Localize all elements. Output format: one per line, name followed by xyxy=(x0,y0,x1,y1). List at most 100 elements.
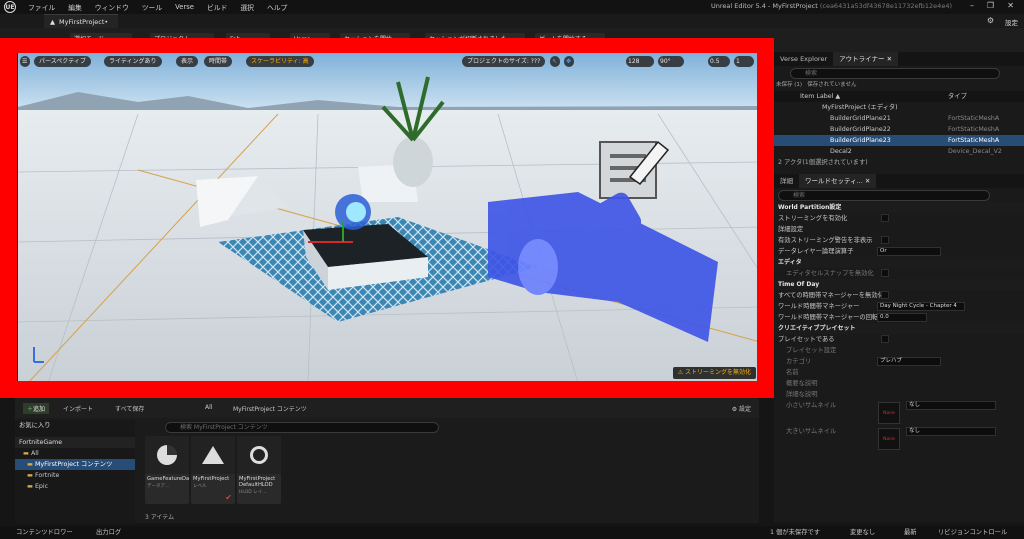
asset-name: GameFeatureData xyxy=(147,476,189,482)
tab-outliner[interactable]: アウトライナー ✕ xyxy=(833,52,899,66)
tree-item-selected[interactable]: ▬ MyFirstProject コンテンツ xyxy=(15,459,135,470)
asset-tile[interactable]: GameFeatureData データア... xyxy=(145,436,189,504)
import-button[interactable]: インポート xyxy=(63,404,93,413)
path-all[interactable]: All xyxy=(205,404,212,411)
menu-window[interactable]: ウィンドウ xyxy=(95,2,129,12)
outliner-row[interactable]: MyFirstProject (エディタ) xyxy=(774,102,1024,113)
minimize-button[interactable]: – xyxy=(970,1,974,10)
time-of-day-button[interactable]: 時間帯 xyxy=(204,56,233,67)
changes-indicator[interactable]: 変更なし xyxy=(850,526,875,539)
session-status: セッションが切断されました xyxy=(425,33,525,46)
outliner-row-selected[interactable]: BuilderGridPlane23 FortStaticMeshA xyxy=(774,135,1024,146)
select-tool-icon[interactable]: ↖ xyxy=(550,56,560,67)
viewport-menu-icon[interactable]: ☰ xyxy=(20,56,30,67)
dropdown-select[interactable]: Or xyxy=(877,247,941,256)
details-property-row: プレイセット設定 xyxy=(774,345,1024,356)
column-type[interactable]: タイプ xyxy=(948,91,967,102)
tree-item[interactable]: ▬ Epic xyxy=(15,481,135,492)
outliner-item-type: Device_Decal_V2 xyxy=(948,148,1002,155)
menu-file[interactable]: ファイル xyxy=(28,2,55,12)
asset-tile[interactable]: MyFirstProject DefaultHLOD HLOD レイ... xyxy=(237,436,281,504)
tab-verse-explorer[interactable]: Verse Explorer xyxy=(774,52,833,66)
perspective-button[interactable]: パースペクティブ xyxy=(34,56,91,67)
checkbox[interactable] xyxy=(881,269,889,277)
details-section-header[interactable]: エディタ xyxy=(774,257,1024,268)
asset-name: MyFirstProject xyxy=(193,476,230,482)
unsaved-filter-button[interactable]: 未保存 (1) xyxy=(776,82,802,88)
property-label: 詳細設定 xyxy=(778,226,804,233)
not-saved-filter-button[interactable]: 保存されていません xyxy=(807,82,856,88)
output-log-button[interactable]: 出力ログ xyxy=(96,526,121,539)
tree-item[interactable]: ▬ All xyxy=(15,448,135,459)
pie-icon xyxy=(145,436,189,474)
details-section-header[interactable]: Time Of Day xyxy=(774,279,1024,290)
settings-button[interactable]: 設定 xyxy=(1005,17,1018,27)
tab-details[interactable]: 詳細 xyxy=(774,174,799,188)
gear-icon[interactable]: ⚙ xyxy=(987,16,994,25)
scalability-button[interactable]: スケーラビリティ: 高 xyxy=(246,56,314,67)
close-icon[interactable]: ✕ xyxy=(865,177,870,185)
verse-button[interactable]: Verse xyxy=(290,33,330,46)
project-button[interactable]: プロジェクト xyxy=(150,33,214,46)
start-game-button[interactable]: ゲームを開始する xyxy=(535,33,605,46)
maximize-button[interactable]: ❐ xyxy=(987,1,994,10)
save-all-button[interactable]: すべて保存 xyxy=(115,404,144,413)
dropdown-select[interactable]: プレハブ xyxy=(877,357,941,366)
details-search-input[interactable]: 検索 xyxy=(778,190,990,201)
select-mode-button[interactable]: 選択モード xyxy=(70,33,132,46)
project-size-badge[interactable]: プロジェクトのサイズ: ??? xyxy=(462,56,546,67)
latest-indicator[interactable]: 最新 xyxy=(904,526,917,539)
camera-speed-button[interactable]: 1 xyxy=(734,56,754,67)
asset-picker[interactable]: なし xyxy=(906,427,996,436)
tab-world-settings[interactable]: ワールドセッティ... ✕ xyxy=(799,174,877,188)
angle-snap-button[interactable]: 90° xyxy=(658,56,684,67)
revision-control-button[interactable]: リビジョンコントロール xyxy=(938,526,1007,539)
lighting-button[interactable]: ライティングあり xyxy=(104,56,162,67)
outliner-search-input[interactable]: 検索 xyxy=(790,68,1000,79)
scale-snap-button[interactable]: 0.5 xyxy=(708,56,730,67)
asset-tile[interactable]: MyFirstProject レベル ✔ xyxy=(191,436,235,504)
number-field[interactable]: 0.0 xyxy=(877,313,927,322)
streaming-warning[interactable]: ⚠ ストリーミングを無効化 xyxy=(672,367,756,379)
details-section-header[interactable]: クリエイティブプレイセット xyxy=(774,323,1024,334)
menu-edit[interactable]: 編集 xyxy=(68,2,82,12)
checkbox[interactable] xyxy=(881,214,889,222)
unsaved-indicator[interactable]: 1 個が未保存です xyxy=(770,526,820,539)
content-search-input[interactable]: 検索 MyFirstProject コンテンツ xyxy=(165,422,439,433)
menu-help[interactable]: ヘルプ xyxy=(267,2,287,12)
close-button[interactable]: ✕ xyxy=(1007,1,1014,10)
favorites-header[interactable]: お気に入り xyxy=(15,420,135,431)
checkbox[interactable] xyxy=(881,335,889,343)
outliner-row[interactable]: Decal2 Device_Decal_V2 xyxy=(774,146,1024,157)
asset-picker[interactable]: なし xyxy=(906,401,996,410)
dropdown-select[interactable]: Day Night Cycle - Chapter 4 xyxy=(877,302,965,311)
unreal-logo-icon[interactable]: UE xyxy=(4,1,16,13)
path-project[interactable]: MyFirstProject コンテンツ xyxy=(233,404,307,413)
checkbox[interactable] xyxy=(881,291,889,299)
launch-session-button[interactable]: セッションを開始 xyxy=(340,33,410,46)
asset-name: MyFirstProject DefaultHLOD xyxy=(239,476,276,488)
show-button[interactable]: 表示 xyxy=(176,56,199,67)
root-header[interactable]: FortniteGame xyxy=(15,437,135,448)
details-section-header[interactable]: World Partition設定 xyxy=(774,202,1024,213)
fab-button[interactable]: Fab xyxy=(226,33,270,46)
tree-item[interactable]: ▬ Fortnite xyxy=(15,470,135,481)
menu-verse[interactable]: Verse xyxy=(175,3,194,11)
cb-settings-button[interactable]: ⚙ 設定 xyxy=(732,404,751,413)
add-button[interactable]: ＋追加 xyxy=(23,403,50,414)
close-icon[interactable]: ✕ xyxy=(887,55,892,63)
checkbox[interactable] xyxy=(881,236,889,244)
outliner-row[interactable]: BuilderGridPlane21 FortStaticMeshA xyxy=(774,113,1024,124)
level-tab[interactable]: ▲ MyFirstProject• xyxy=(44,14,118,28)
move-tool-icon[interactable]: ✥ xyxy=(564,56,574,67)
content-drawer-button[interactable]: コンテンツドロワー xyxy=(16,526,73,539)
outliner-row[interactable]: BuilderGridPlane22 FortStaticMeshA xyxy=(774,124,1024,135)
grid-snap-button[interactable]: 128 xyxy=(626,56,654,67)
outliner-list: MyFirstProject (エディタ) BuilderGridPlane21… xyxy=(774,102,1024,157)
folder-icon: ▬ xyxy=(27,472,35,479)
menu-tools[interactable]: ツール xyxy=(142,2,162,12)
column-item-label[interactable]: Item Label ▲ xyxy=(800,93,840,100)
menu-select[interactable]: 選択 xyxy=(240,2,254,12)
level-viewport[interactable]: ☰ パースペクティブ ライティングあり 表示 時間帯 スケーラビリティ: 高 プ… xyxy=(18,52,760,383)
menu-build[interactable]: ビルド xyxy=(207,2,227,12)
